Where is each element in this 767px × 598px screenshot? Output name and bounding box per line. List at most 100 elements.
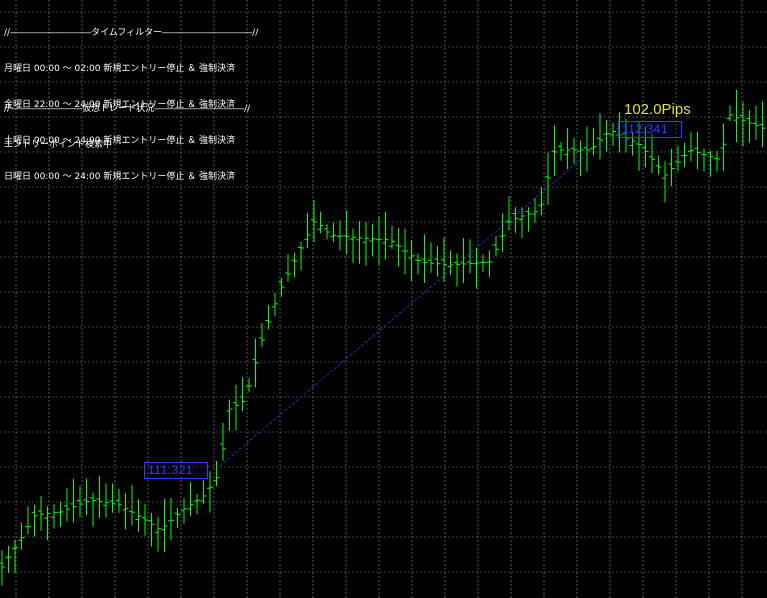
price-bar xyxy=(220,423,226,461)
price-bar xyxy=(545,152,551,205)
price-bar xyxy=(493,236,499,257)
price-bar xyxy=(584,126,590,172)
price-bar xyxy=(720,123,727,172)
price-bar xyxy=(233,384,239,431)
price-bar xyxy=(363,222,369,266)
price-bar xyxy=(168,497,174,541)
price-bar xyxy=(421,234,428,283)
price-bar xyxy=(486,250,493,277)
price-bar xyxy=(428,242,434,273)
price-bar xyxy=(330,222,337,242)
price-bar xyxy=(759,101,766,148)
price-bar xyxy=(740,101,746,147)
price-bar xyxy=(155,516,161,552)
price-bar xyxy=(714,151,720,172)
price-bar xyxy=(148,513,155,547)
price-bar xyxy=(603,120,610,152)
price-bar xyxy=(551,125,558,176)
price-bar xyxy=(187,482,194,517)
price-bar xyxy=(31,504,38,537)
price-bar xyxy=(103,483,109,518)
price-bar xyxy=(213,461,220,487)
price-bar xyxy=(337,220,343,251)
price-bar xyxy=(5,545,12,574)
price-bar xyxy=(382,211,389,260)
price-bar xyxy=(558,142,564,161)
price-bar xyxy=(369,223,376,256)
pips-result-label: 102.0Pips xyxy=(624,101,691,118)
exit-price-tag: 112.341 xyxy=(618,121,682,138)
price-bar xyxy=(753,105,759,140)
price-bar xyxy=(499,213,506,252)
price-bar xyxy=(402,228,408,275)
price-bar xyxy=(694,131,701,170)
price-bar xyxy=(655,155,662,175)
price-bar xyxy=(44,506,51,541)
price-bar xyxy=(350,228,356,264)
price-bar xyxy=(597,112,603,160)
price-bar xyxy=(174,508,181,528)
price-bar xyxy=(90,492,96,527)
price-bar xyxy=(317,211,324,234)
price-bar xyxy=(610,122,616,147)
price-bar xyxy=(389,225,395,250)
price-bar xyxy=(129,485,135,526)
price-bar xyxy=(519,207,525,239)
price-bar xyxy=(564,128,571,169)
price-bar xyxy=(733,89,740,143)
price-bar xyxy=(64,488,70,522)
price-bar xyxy=(454,253,460,287)
price-bar xyxy=(512,207,519,233)
price-bar xyxy=(532,198,538,223)
price-bar xyxy=(122,493,129,530)
price-bar xyxy=(109,483,116,513)
price-bar xyxy=(681,142,688,167)
price-bar xyxy=(571,137,577,164)
price-bar xyxy=(291,252,298,278)
price-bar xyxy=(649,133,655,173)
price-bar xyxy=(415,253,421,275)
price-bar xyxy=(408,239,415,282)
time-filter-row: 日曜日 00:00 ～ 24:00 新規エントリー停止 ＆ 強制決済 xyxy=(4,172,236,182)
price-bar xyxy=(746,110,753,143)
price-bar xyxy=(298,241,304,271)
price-bar xyxy=(12,539,18,573)
price-bar xyxy=(161,498,168,553)
price-bar xyxy=(447,250,454,276)
price-bar xyxy=(252,338,259,388)
price-bar xyxy=(343,210,350,255)
price-bar xyxy=(226,399,233,431)
price-bar xyxy=(142,504,148,536)
price-bar xyxy=(278,277,285,297)
price-bar xyxy=(668,148,675,187)
price-bar xyxy=(356,220,363,264)
price-bar xyxy=(83,478,90,516)
price-bar xyxy=(70,478,77,523)
price-bar xyxy=(727,105,733,122)
price-bar xyxy=(0,550,5,586)
price-bar xyxy=(538,187,545,216)
price-bar xyxy=(38,495,44,531)
time-filter-row: 月曜日 00:00 ～ 02:00 新規エントリー停止 ＆ 強制決済 xyxy=(4,64,236,74)
price-bar xyxy=(265,305,272,330)
price-bar xyxy=(473,247,480,289)
virtual-trade-panel: //――――――――仮想トレード状況――――――――――// エントリーポイント… xyxy=(4,79,250,163)
price-bar xyxy=(304,212,311,249)
price-bar xyxy=(116,488,122,513)
price-bar xyxy=(434,246,441,277)
price-bar xyxy=(194,494,200,515)
price-bar xyxy=(324,224,330,240)
price-bar xyxy=(525,207,532,232)
price-bar xyxy=(272,292,278,317)
virtual-trade-header: //――――――――仮想トレード状況――――――――――// xyxy=(4,104,251,114)
price-bar xyxy=(285,254,291,282)
entry-price-tag: 111.321 xyxy=(144,462,208,479)
price-bar xyxy=(51,504,57,529)
price-bar xyxy=(467,239,473,274)
price-bar xyxy=(662,161,668,203)
price-bar xyxy=(96,476,103,518)
price-bar xyxy=(18,522,25,550)
price-bar xyxy=(376,215,382,266)
time-filter-header: //―――――――――タイムフィルター――――――――――// xyxy=(4,28,259,38)
virtual-trade-status: エントリーポイント検索中 xyxy=(4,140,113,150)
